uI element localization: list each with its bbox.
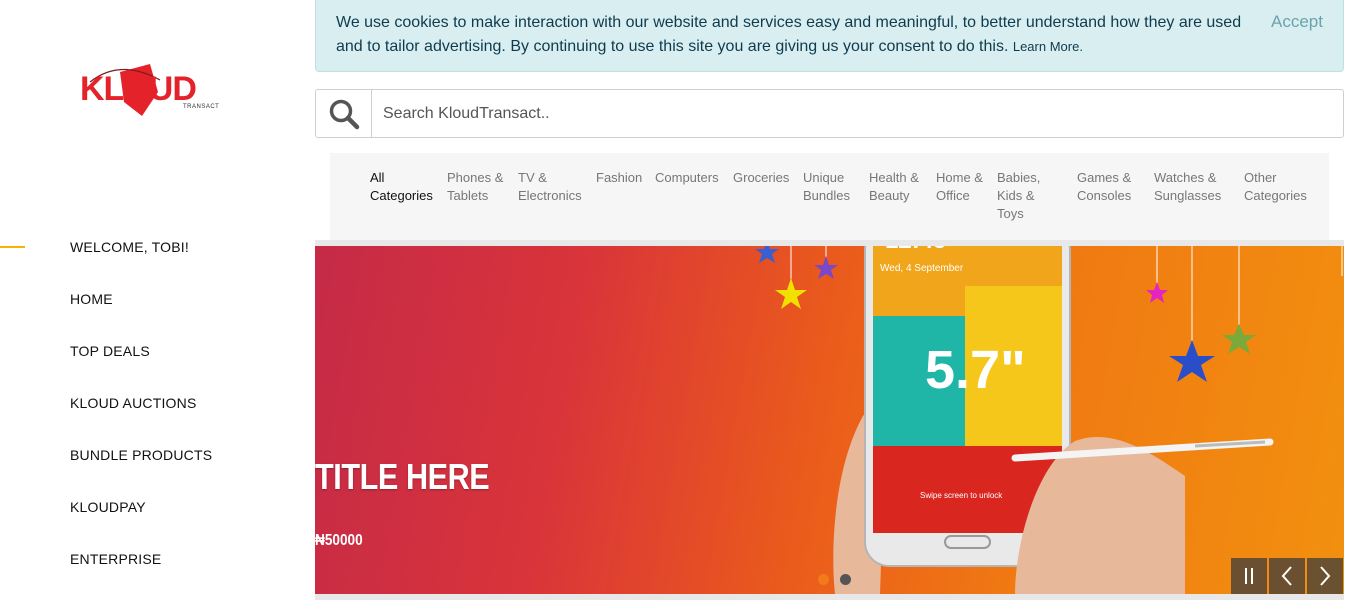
- learn-more-link[interactable]: Learn More.: [1013, 39, 1083, 54]
- category-phones-tablets[interactable]: Phones & Tablets: [447, 169, 507, 205]
- category-groceries[interactable]: Groceries: [733, 169, 799, 187]
- chevron-right-icon: [1320, 566, 1331, 586]
- category-unique-bundles[interactable]: Unique Bundles: [803, 169, 855, 205]
- category-tv-electronics[interactable]: TV & Electronics: [518, 169, 588, 205]
- phone-size: 5.7": [925, 340, 1026, 400]
- phone-unlock-text: Swipe screen to unlock: [920, 491, 1003, 500]
- phone-time: 12:45: [885, 246, 946, 254]
- cookie-message-block: We use cookies to make interaction with …: [336, 11, 1256, 59]
- category-other[interactable]: Other Categories: [1244, 169, 1310, 205]
- hero-illustration: Wed, 4 September 12:45 5.7" Swipe screen…: [755, 246, 1343, 594]
- hero-slider[interactable]: Wed, 4 September 12:45 5.7" Swipe screen…: [315, 246, 1344, 594]
- slider-dot-1[interactable]: [818, 574, 829, 585]
- category-computers[interactable]: Computers: [655, 169, 730, 187]
- nav-kloudpay[interactable]: KLOUDPAY: [70, 499, 146, 515]
- nav-active-indicator: [0, 246, 25, 248]
- category-games-consoles[interactable]: Games & Consoles: [1077, 169, 1141, 205]
- cookie-message: We use cookies to make interaction with …: [336, 14, 1242, 55]
- category-fashion[interactable]: Fashion: [596, 169, 652, 187]
- slider-prev-button[interactable]: [1269, 558, 1305, 594]
- search-icon: [329, 99, 359, 129]
- nav-home[interactable]: HOME: [70, 291, 113, 307]
- nav-kloud-auctions[interactable]: KLOUD AUCTIONS: [70, 395, 197, 411]
- sidebar: KLOUD TRANSACT WELCOME, TOBI! HOME TOP D…: [0, 0, 315, 604]
- search-input[interactable]: [373, 90, 1333, 137]
- slider-pause-button[interactable]: [1231, 558, 1267, 594]
- category-all[interactable]: All Categories: [370, 169, 436, 205]
- slider-dot-2[interactable]: [840, 574, 851, 585]
- category-health-beauty[interactable]: Health & Beauty: [869, 169, 925, 205]
- nav-bundle-products[interactable]: BUNDLE PRODUCTS: [70, 447, 212, 463]
- nav-welcome[interactable]: WELCOME, TOBI!: [70, 239, 189, 255]
- cookie-banner: We use cookies to make interaction with …: [315, 0, 1344, 72]
- category-home-office[interactable]: Home & Office: [936, 169, 990, 205]
- logo-wordmark: KLOUD: [80, 70, 197, 108]
- logo-subtext: TRANSACT: [183, 104, 220, 110]
- category-watches-sunglasses[interactable]: Watches & Sunglasses: [1154, 169, 1224, 205]
- category-babies-kids-toys[interactable]: Babies, Kids & Toys: [997, 169, 1055, 223]
- phone-date: Wed, 4 September: [880, 263, 964, 274]
- pause-icon: [1245, 568, 1253, 584]
- kloud-transact-logo[interactable]: KLOUD TRANSACT: [80, 62, 230, 122]
- chevron-left-icon: [1281, 566, 1292, 586]
- slide-title: TITLE HERE: [315, 456, 490, 497]
- category-bar: All Categories Phones & Tablets TV & Ele…: [330, 153, 1329, 240]
- search-bar: [315, 89, 1344, 138]
- accept-cookies-button[interactable]: Accept: [1271, 12, 1323, 32]
- slider-next-button[interactable]: [1307, 558, 1343, 594]
- nav-top-deals[interactable]: TOP DEALS: [70, 343, 150, 359]
- nav-enterprise[interactable]: ENTERPRISE: [70, 551, 161, 567]
- search-button[interactable]: [316, 90, 372, 137]
- slide-price: ₦50000: [315, 532, 363, 549]
